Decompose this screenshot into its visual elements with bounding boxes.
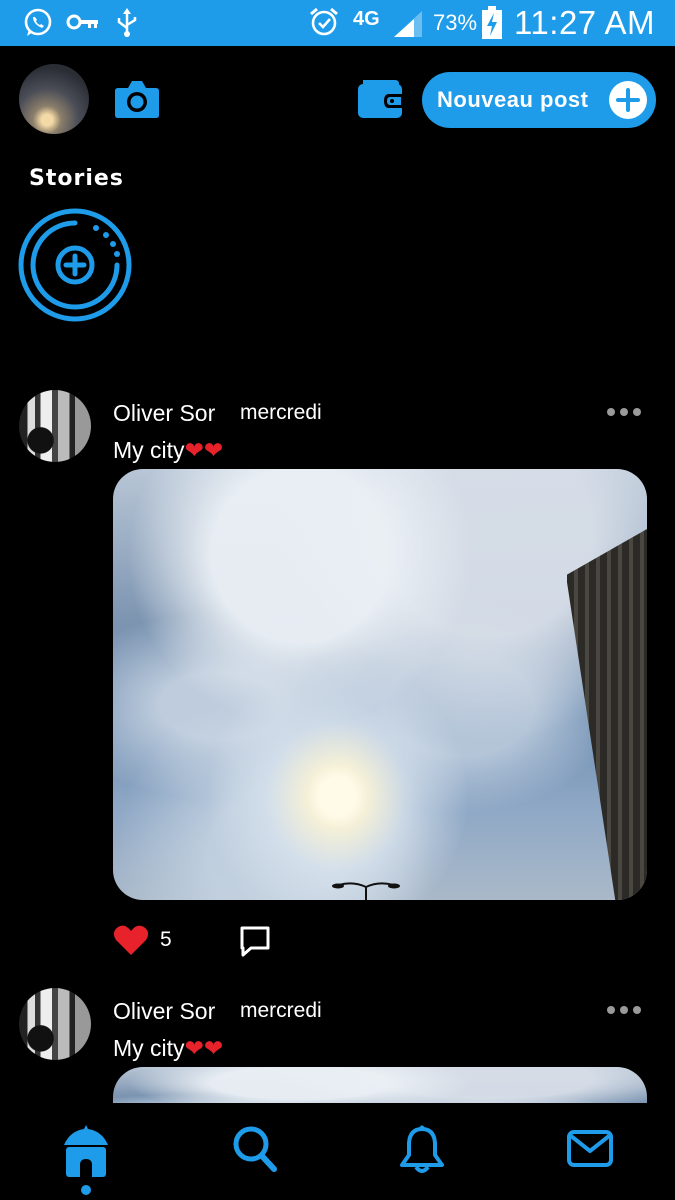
clock: 11:27 AM: [514, 4, 655, 41]
signal-icon: [394, 11, 422, 37]
like-count: 5: [160, 928, 172, 951]
camera-icon[interactable]: [114, 79, 160, 119]
building-silhouette: [567, 529, 647, 900]
more-options-icon[interactable]: [606, 407, 642, 417]
more-options-icon[interactable]: [606, 1005, 642, 1015]
bottom-navigation: [0, 1103, 675, 1200]
notifications-icon[interactable]: [398, 1125, 446, 1175]
new-post-button[interactable]: Nouveau post: [422, 72, 656, 128]
network-4g-lte-icon: 4G: [353, 8, 380, 30]
stories-label: Stories: [29, 166, 124, 191]
heart-icon[interactable]: [113, 924, 149, 956]
messages-icon[interactable]: [566, 1129, 614, 1169]
author-avatar[interactable]: [19, 390, 91, 462]
plus-icon: [609, 81, 647, 119]
streetlamp-silhouette: [332, 882, 400, 900]
author-avatar[interactable]: [19, 988, 91, 1060]
battery-percent: 73%: [433, 10, 478, 35]
post-date: mercredi: [240, 401, 322, 424]
post-date: mercredi: [240, 999, 322, 1022]
post-actions: 5: [113, 924, 313, 958]
comment-icon[interactable]: [239, 925, 271, 957]
status-bar: 4G 73% 11:27 AM: [0, 0, 675, 46]
home-icon[interactable]: [62, 1123, 110, 1197]
add-story-button[interactable]: [18, 208, 132, 322]
post-caption: My city❤❤: [113, 437, 224, 463]
whatsapp-icon: [24, 8, 52, 36]
wallet-icon[interactable]: [357, 78, 405, 120]
new-post-label: Nouveau post: [437, 87, 589, 112]
key-icon: [66, 14, 98, 30]
post-author[interactable]: Oliver Sor: [113, 400, 215, 427]
post-image[interactable]: [113, 469, 647, 900]
search-icon[interactable]: [232, 1125, 278, 1173]
usb-icon: [117, 8, 137, 37]
alarm-icon: [310, 7, 338, 36]
post-caption: My city❤❤: [113, 1035, 224, 1061]
battery-charging-icon: [482, 6, 502, 39]
post-author[interactable]: Oliver Sor: [113, 998, 215, 1025]
profile-avatar[interactable]: [19, 64, 89, 134]
